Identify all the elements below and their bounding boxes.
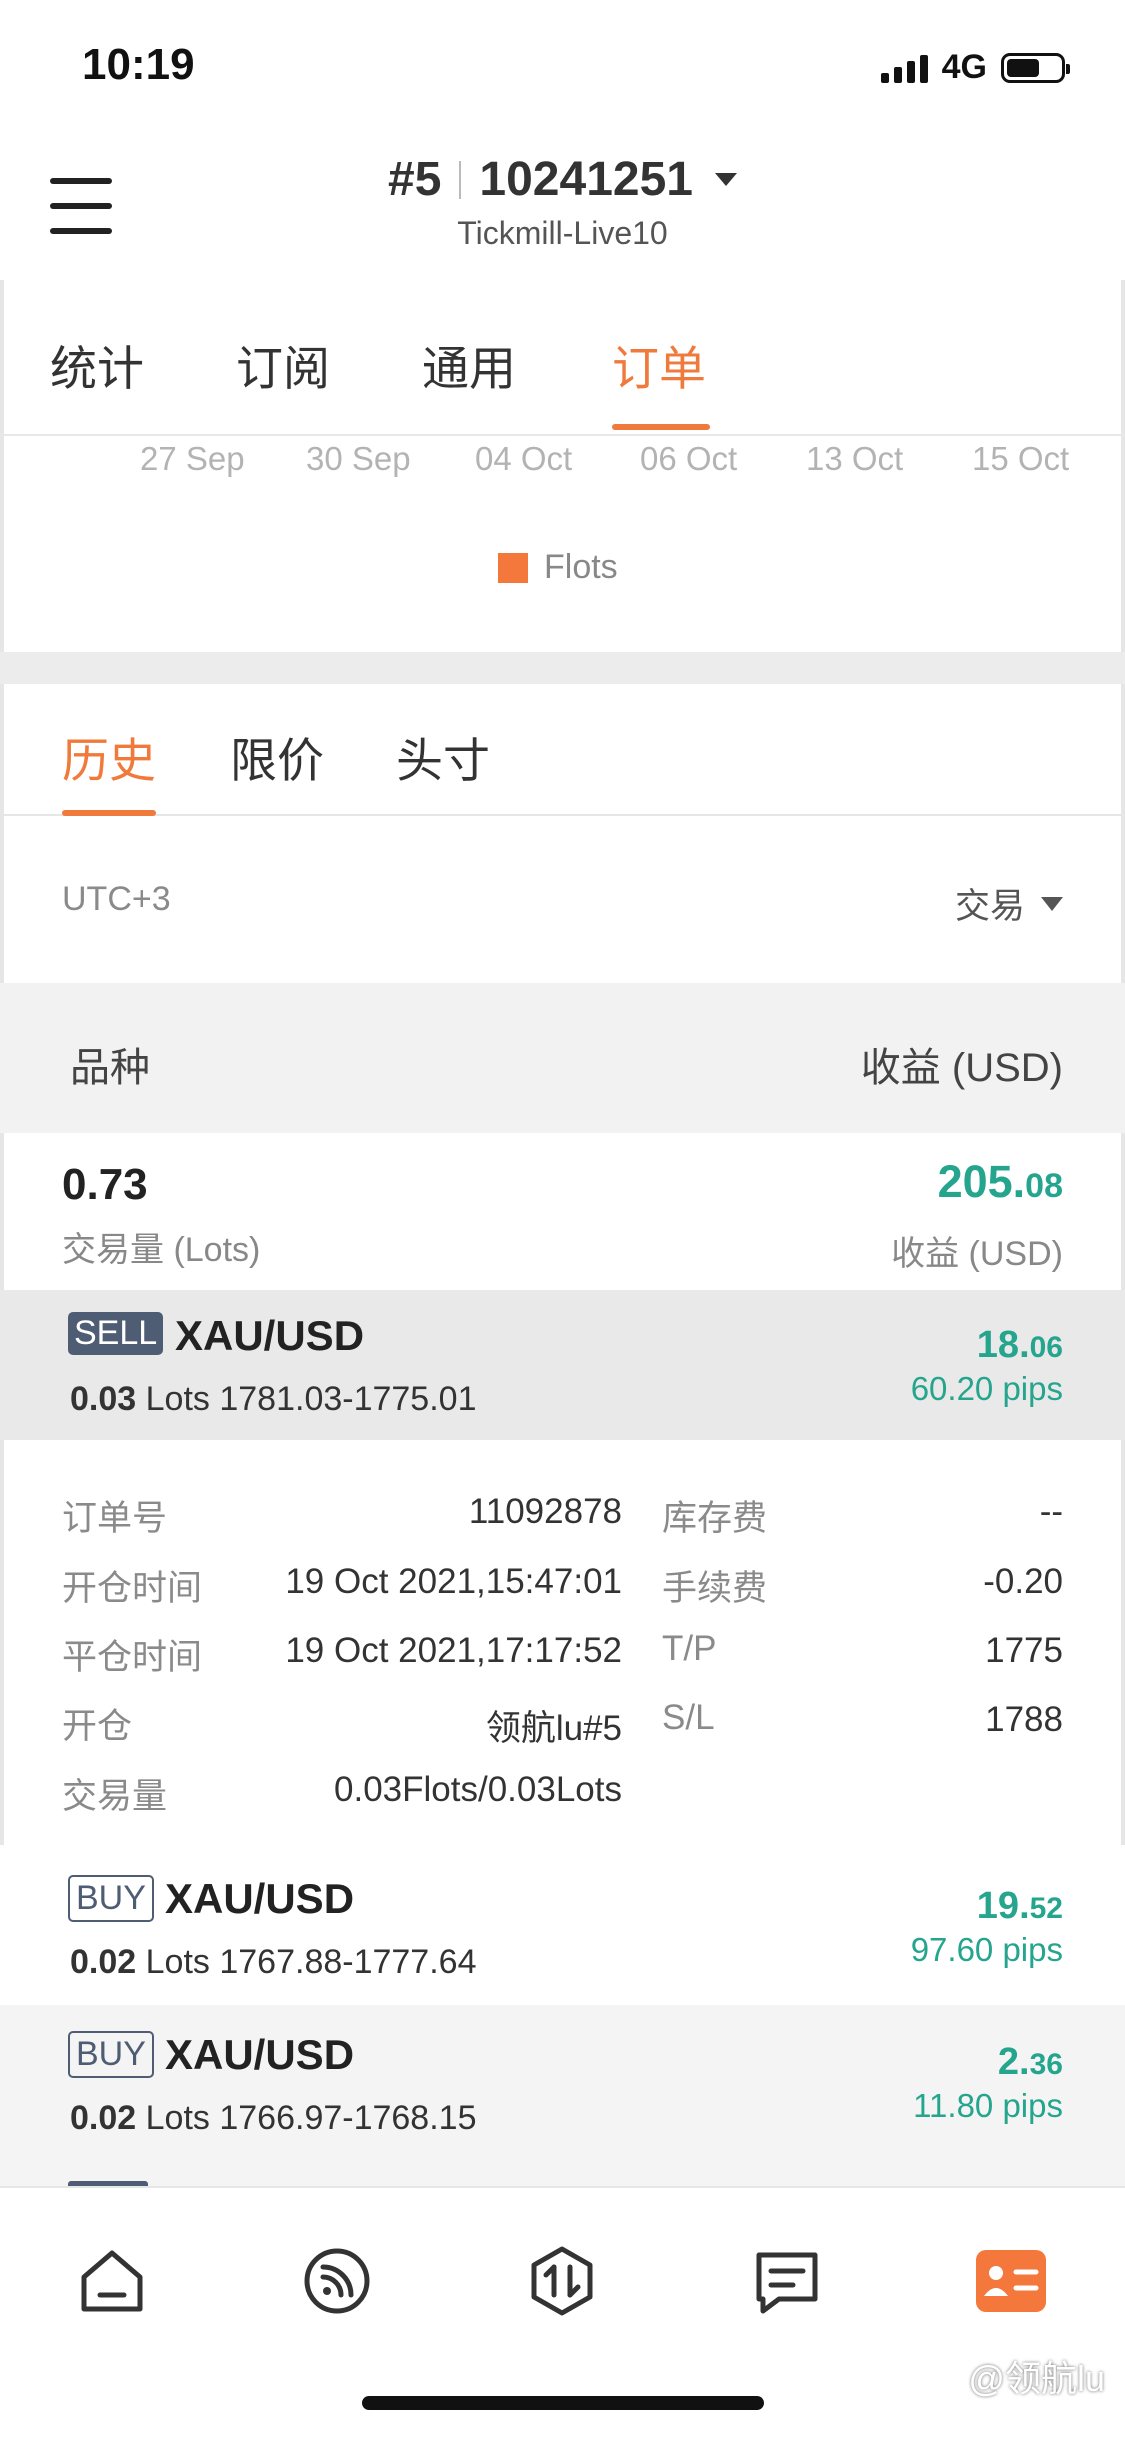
section-divider bbox=[0, 652, 1125, 684]
status-time: 10:19 bbox=[82, 40, 195, 89]
account-selector: #5 10241251 Tickmill-Live10 bbox=[0, 152, 1125, 252]
message-icon bbox=[756, 2252, 818, 2314]
legend-swatch bbox=[498, 552, 528, 583]
order-row[interactable]: BUY XAU/USD 0.02 Lots 1767.88-1777.64 19… bbox=[0, 1845, 1125, 2005]
x-tick-label: 06 Oct bbox=[640, 440, 738, 477]
order-lots: 0.02 Lots 1767.88-1777.64 bbox=[70, 1943, 477, 1981]
main-tab-bar: 统计 订阅 通用 订单 bbox=[0, 300, 1125, 436]
profile-card-icon bbox=[976, 2250, 1046, 2312]
watermark: @领航lu bbox=[968, 2358, 1105, 2399]
open-time-label: 开仓时间 bbox=[62, 1569, 203, 1608]
tab-subscribe[interactable]: 订阅 bbox=[236, 330, 330, 399]
table-header: 品种 收益 (USD) bbox=[0, 983, 1125, 1133]
nav-home[interactable] bbox=[67, 2236, 157, 2326]
tab-history[interactable]: 历史 bbox=[62, 722, 156, 791]
column-profit: 收益 (USD) bbox=[860, 1046, 1063, 1090]
order-row[interactable]: BUY XAU/USD 0.02 Lots 1766.97-1768.15 2.… bbox=[0, 2005, 1125, 2187]
total-profit: 205.08 bbox=[937, 1156, 1063, 1207]
x-tick-label: 13 Oct bbox=[806, 440, 904, 477]
order-lots: 0.03 Lots 1781.03-1775.01 bbox=[70, 1380, 477, 1418]
order-no-label: 订单号 bbox=[62, 1499, 168, 1538]
tab-indicator bbox=[62, 810, 156, 816]
divider bbox=[459, 160, 462, 199]
order-profit: 2.36 bbox=[997, 2041, 1063, 2083]
battery-icon bbox=[1001, 52, 1070, 83]
signal-feed-icon bbox=[304, 2248, 370, 2314]
order-profit: 18.06 bbox=[976, 1324, 1063, 1366]
nav-signals[interactable] bbox=[292, 2236, 382, 2326]
column-symbol: 品种 bbox=[70, 1046, 150, 1090]
tp-value: 1775 bbox=[985, 1631, 1063, 1670]
trade-swap-icon bbox=[531, 2246, 593, 2316]
open-source-label: 开仓 bbox=[62, 1707, 133, 1746]
home-indicator[interactable] bbox=[362, 2396, 764, 2410]
nav-messages[interactable] bbox=[742, 2236, 832, 2326]
buy-badge: BUY bbox=[68, 1875, 154, 1922]
order-symbol: XAU/USD bbox=[165, 2031, 355, 2078]
account-switch[interactable]: #5 10241251 bbox=[388, 152, 737, 207]
tp-label: T/P bbox=[662, 1629, 717, 1668]
home-icon bbox=[81, 2250, 143, 2312]
volume-label: 交易量 bbox=[62, 1777, 168, 1816]
fee-label: 手续费 bbox=[662, 1569, 768, 1608]
volume-value: 0.03Flots/0.03Lots bbox=[334, 1770, 622, 1809]
x-tick-label: 27 Sep bbox=[140, 440, 245, 477]
open-source-value: 领航lu#5 bbox=[485, 1709, 622, 1748]
total-volume-label: 交易量 (Lots) bbox=[62, 1231, 261, 1269]
tab-positions[interactable]: 头寸 bbox=[396, 722, 490, 791]
sl-label: S/L bbox=[662, 1698, 715, 1737]
fee-value: -0.20 bbox=[983, 1562, 1063, 1601]
timezone-label: UTC+3 bbox=[62, 880, 171, 918]
tab-orders[interactable]: 订单 bbox=[612, 330, 706, 399]
swap-label: 库存费 bbox=[662, 1499, 768, 1538]
signal-icon bbox=[880, 53, 928, 83]
caret-down-icon bbox=[714, 173, 737, 186]
order-pips: 97.60 pips bbox=[910, 1931, 1063, 1968]
tab-general[interactable]: 通用 bbox=[422, 330, 516, 399]
x-tick-label: 30 Sep bbox=[306, 440, 411, 477]
account-prefix: #5 bbox=[388, 153, 442, 206]
order-profit: 19.52 bbox=[976, 1885, 1063, 1927]
tab-limit[interactable]: 限价 bbox=[230, 722, 324, 791]
trade-filter-dropdown[interactable]: 交易 bbox=[955, 878, 1063, 929]
open-time-value: 19 Oct 2021,15:47:01 bbox=[285, 1562, 622, 1601]
total-profit-label: 收益 (USD) bbox=[891, 1235, 1063, 1273]
legend-label: Flots bbox=[544, 548, 618, 586]
account-number: 10241251 bbox=[479, 153, 693, 206]
order-pips: 11.80 pips bbox=[913, 2087, 1063, 2124]
close-time-label: 平仓时间 bbox=[62, 1638, 203, 1677]
chart-legend: Flots bbox=[498, 548, 618, 587]
order-symbol: XAU/USD bbox=[165, 1875, 355, 1922]
x-tick-label: 04 Oct bbox=[475, 440, 573, 477]
nav-profile[interactable] bbox=[966, 2236, 1056, 2326]
status-indicators: 4G bbox=[880, 48, 1070, 87]
network-label: 4G bbox=[941, 48, 987, 86]
nav-trade[interactable] bbox=[517, 2236, 607, 2326]
order-lots: 0.02 Lots 1766.97-1768.15 bbox=[70, 2099, 477, 2137]
order-symbol: XAU/USD bbox=[175, 1312, 365, 1359]
tab-stats[interactable]: 统计 bbox=[50, 330, 144, 399]
total-volume: 0.73 bbox=[62, 1160, 148, 1209]
order-row[interactable]: SELL XAU/USD 0.03 Lots 1781.03-1775.01 1… bbox=[0, 1290, 1125, 1440]
buy-badge: BUY bbox=[68, 2031, 154, 2078]
order-no-value: 11092878 bbox=[468, 1492, 622, 1531]
swap-value: -- bbox=[1039, 1492, 1063, 1531]
sl-value: 1788 bbox=[985, 1700, 1063, 1739]
divider bbox=[0, 814, 1125, 816]
order-pips: 60.20 pips bbox=[910, 1370, 1063, 1407]
close-time-value: 19 Oct 2021,17:17:52 bbox=[285, 1631, 622, 1670]
sell-badge: SELL bbox=[68, 1312, 164, 1355]
caret-down-icon bbox=[1041, 896, 1063, 911]
order-detail-panel: 订单号 11092878 开仓时间 19 Oct 2021,15:47:01 平… bbox=[0, 1440, 1125, 1840]
server-name: Tickmill-Live10 bbox=[457, 215, 668, 251]
trade-filter-label: 交易 bbox=[954, 887, 1025, 926]
tab-indicator bbox=[612, 424, 710, 430]
x-tick-label: 15 Oct bbox=[972, 440, 1070, 477]
